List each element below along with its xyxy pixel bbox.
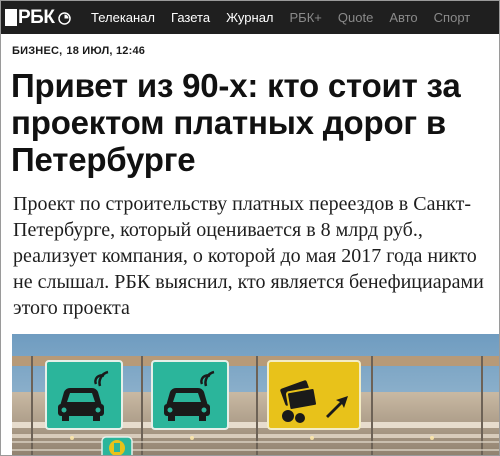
globe-icon [58, 12, 72, 25]
nav-item-sport[interactable]: Спорт [434, 10, 471, 25]
nav-item-auto[interactable]: Авто [389, 10, 417, 25]
main-nav: Телеканал Газета Журнал РБК+ Quote Авто … [91, 1, 486, 34]
article-headline: Привет из 90-х: кто стоит за проектом пл… [11, 67, 461, 178]
toll-gate-photo [12, 334, 499, 455]
logo-mark [5, 9, 17, 26]
top-navigation-bar: РБК Телеканал Газета Журнал РБК+ Quote А… [1, 1, 499, 34]
rbc-logo[interactable]: РБК [5, 7, 72, 28]
nav-item-tv[interactable]: Телеканал [91, 10, 155, 25]
logo-text: РБК [18, 7, 55, 28]
nav-item-newspaper[interactable]: Газета [171, 10, 210, 25]
green-toll-sign-1 [45, 360, 123, 430]
green-toll-sign-2 [151, 360, 229, 430]
article-photo [12, 334, 499, 455]
small-green-sign [101, 436, 133, 455]
nav-item-magazine[interactable]: Журнал [226, 10, 273, 25]
article-meta: БИЗНЕС, 18 ИЮЛ, 12:46 [12, 45, 145, 57]
yellow-payment-sign [267, 360, 361, 430]
article-datetime: 18 ИЮЛ, 12:46 [66, 45, 146, 57]
page-frame: РБК Телеканал Газета Журнал РБК+ Quote А… [0, 0, 500, 456]
article-rubric[interactable]: БИЗНЕС, [12, 45, 62, 57]
nav-item-rbc-plus[interactable]: РБК+ [290, 10, 322, 25]
nav-item-quote[interactable]: Quote [338, 10, 373, 25]
article-lead: Проект по строительству платных переездо… [13, 193, 484, 319]
